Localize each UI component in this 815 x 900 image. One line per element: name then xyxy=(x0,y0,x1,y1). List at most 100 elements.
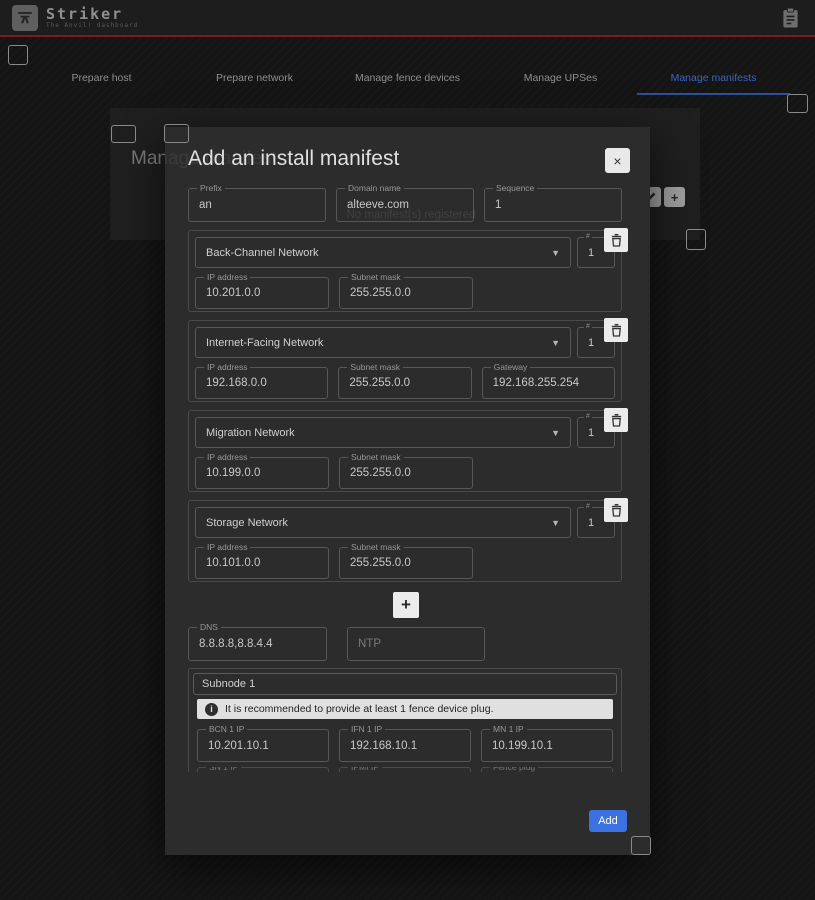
network-number-label: # xyxy=(584,233,592,240)
ip-address-field[interactable]: IP address xyxy=(195,272,329,309)
mn1-ip-label: MN 1 IP xyxy=(490,724,527,734)
tab-manage-upses[interactable]: Manage UPSes xyxy=(484,62,637,95)
ip-address-field[interactable]: IP address xyxy=(195,452,329,489)
prefix-field[interactable]: Prefix xyxy=(188,183,326,222)
ip-address-input[interactable] xyxy=(196,368,328,398)
manifest-header-fields: Prefix Domain name Sequence xyxy=(188,183,622,222)
subnet-mask-field[interactable]: Subnet mask xyxy=(338,362,472,399)
tab-manage-manifests[interactable]: Manage manifests xyxy=(637,62,790,95)
ip-address-field[interactable]: IP address xyxy=(195,362,329,399)
delete-network-button[interactable] xyxy=(604,318,628,342)
ntp-field[interactable] xyxy=(347,627,485,661)
ip-address-label: IP address xyxy=(204,272,251,282)
dialog-title: Add an install manifest xyxy=(188,147,400,170)
striker-anvil-logo-icon xyxy=(12,4,38,31)
trash-icon xyxy=(611,503,621,517)
network-type-select[interactable]: Migration Network ▼ xyxy=(195,417,571,448)
prefix-label: Prefix xyxy=(197,183,225,193)
subnode-name-field[interactable]: Subnode 1 xyxy=(193,673,617,695)
sequence-input[interactable] xyxy=(485,189,621,221)
tab-manage-fence-devices[interactable]: Manage fence devices xyxy=(331,62,484,95)
gateway-label: Gateway xyxy=(490,362,531,372)
subnode-ip-row: BCN 1 IP IFN 1 IP MN 1 IP xyxy=(197,724,613,762)
clipped-subnode-row: SN 1 IP IPMI IP Fence plug xyxy=(197,767,613,772)
trash-icon xyxy=(611,413,621,427)
ip-address-label: IP address xyxy=(204,362,251,372)
add-install-manifest-dialog: Add an install manifest × Prefix Domain … xyxy=(165,127,650,855)
network-number-label: # xyxy=(584,503,592,510)
ifn1-ip-input[interactable] xyxy=(340,730,470,761)
bcn1-ip-label: BCN 1 IP xyxy=(206,724,248,734)
network-section-ifn: Internet-Facing Network ▼ # IP address xyxy=(188,318,628,402)
gateway-field[interactable]: Gateway xyxy=(481,362,615,399)
network-type-select[interactable]: Internet-Facing Network ▼ xyxy=(195,327,571,358)
subnet-mask-field[interactable]: Subnet mask xyxy=(339,452,473,489)
tab-bar: Prepare host Prepare network Manage fenc… xyxy=(25,62,790,95)
plus-icon: + xyxy=(670,189,679,205)
prefix-input[interactable] xyxy=(189,189,325,221)
delete-network-button[interactable] xyxy=(604,408,628,432)
marker-square xyxy=(111,125,136,143)
sequence-field[interactable]: Sequence xyxy=(484,183,622,222)
network-type-select[interactable]: Back-Channel Network ▼ xyxy=(195,237,571,268)
ip-address-label: IP address xyxy=(204,542,251,552)
mn1-ip-input[interactable] xyxy=(482,730,612,761)
bcn1-ip-input[interactable] xyxy=(198,730,328,761)
ipmi-ip-label: IPMI IP xyxy=(348,767,382,772)
ip-address-input[interactable] xyxy=(196,278,328,308)
trash-icon xyxy=(611,233,621,247)
clipboard-icon[interactable] xyxy=(777,4,803,32)
dns-field[interactable]: DNS xyxy=(188,622,327,661)
network-type-value: Internet-Facing Network xyxy=(206,336,324,349)
tab-prepare-host[interactable]: Prepare host xyxy=(25,62,178,95)
marker-square xyxy=(631,836,651,855)
app-title-block: Striker The Anvil! dashboard xyxy=(46,6,139,29)
subnode-name-value: Subnode 1 xyxy=(202,678,256,690)
gateway-input[interactable] xyxy=(482,368,614,398)
delete-network-button[interactable] xyxy=(604,498,628,522)
notice-text: It is recommended to provide at least 1 … xyxy=(225,703,494,715)
add-manifest-submit-button[interactable]: Add xyxy=(589,810,627,832)
close-dialog-button[interactable]: × xyxy=(605,148,630,173)
chevron-down-icon: ▼ xyxy=(551,337,560,348)
tab-prepare-network[interactable]: Prepare network xyxy=(178,62,331,95)
chevron-down-icon: ▼ xyxy=(551,427,560,438)
ip-address-input[interactable] xyxy=(196,548,328,578)
subnode-section: Subnode 1 i It is recommended to provide… xyxy=(188,668,622,772)
ifn1-ip-field[interactable]: IFN 1 IP xyxy=(339,724,471,762)
network-type-select[interactable]: Storage Network ▼ xyxy=(195,507,571,538)
add-manifest-button[interactable]: + xyxy=(664,187,685,207)
subnet-mask-input[interactable] xyxy=(339,368,471,398)
subnet-mask-label: Subnet mask xyxy=(347,362,403,372)
add-network-button[interactable]: + xyxy=(393,592,419,618)
close-icon: × xyxy=(613,152,622,169)
domain-name-input[interactable] xyxy=(337,189,473,221)
trash-icon xyxy=(611,323,621,337)
dns-input[interactable] xyxy=(189,628,326,660)
domain-name-label: Domain name xyxy=(345,183,404,193)
app-header: Striker The Anvil! dashboard xyxy=(0,0,815,37)
subnet-mask-field[interactable]: Subnet mask xyxy=(339,542,473,579)
subnet-mask-input[interactable] xyxy=(340,458,472,488)
app-subtitle: The Anvil! dashboard xyxy=(46,21,139,29)
subnet-mask-label: Subnet mask xyxy=(348,272,404,282)
ifn1-ip-label: IFN 1 IP xyxy=(348,724,386,734)
mn1-ip-field[interactable]: MN 1 IP xyxy=(481,724,613,762)
marker-square xyxy=(8,45,28,65)
delete-network-button[interactable] xyxy=(604,228,628,252)
bcn1-ip-field[interactable]: BCN 1 IP xyxy=(197,724,329,762)
ip-address-field[interactable]: IP address xyxy=(195,542,329,579)
domain-name-field[interactable]: Domain name xyxy=(336,183,474,222)
marker-square xyxy=(787,94,808,113)
marker-square xyxy=(164,124,189,143)
subnet-mask-field[interactable]: Subnet mask xyxy=(339,272,473,309)
subnet-mask-label: Subnet mask xyxy=(348,452,404,462)
ip-address-input[interactable] xyxy=(196,458,328,488)
subnet-mask-input[interactable] xyxy=(340,548,472,578)
dns-label: DNS xyxy=(197,622,221,632)
ntp-input[interactable] xyxy=(348,628,484,660)
network-number-label: # xyxy=(584,323,592,330)
fence-plug-notice: i It is recommended to provide at least … xyxy=(197,699,613,719)
ip-address-label: IP address xyxy=(204,452,251,462)
subnet-mask-input[interactable] xyxy=(340,278,472,308)
